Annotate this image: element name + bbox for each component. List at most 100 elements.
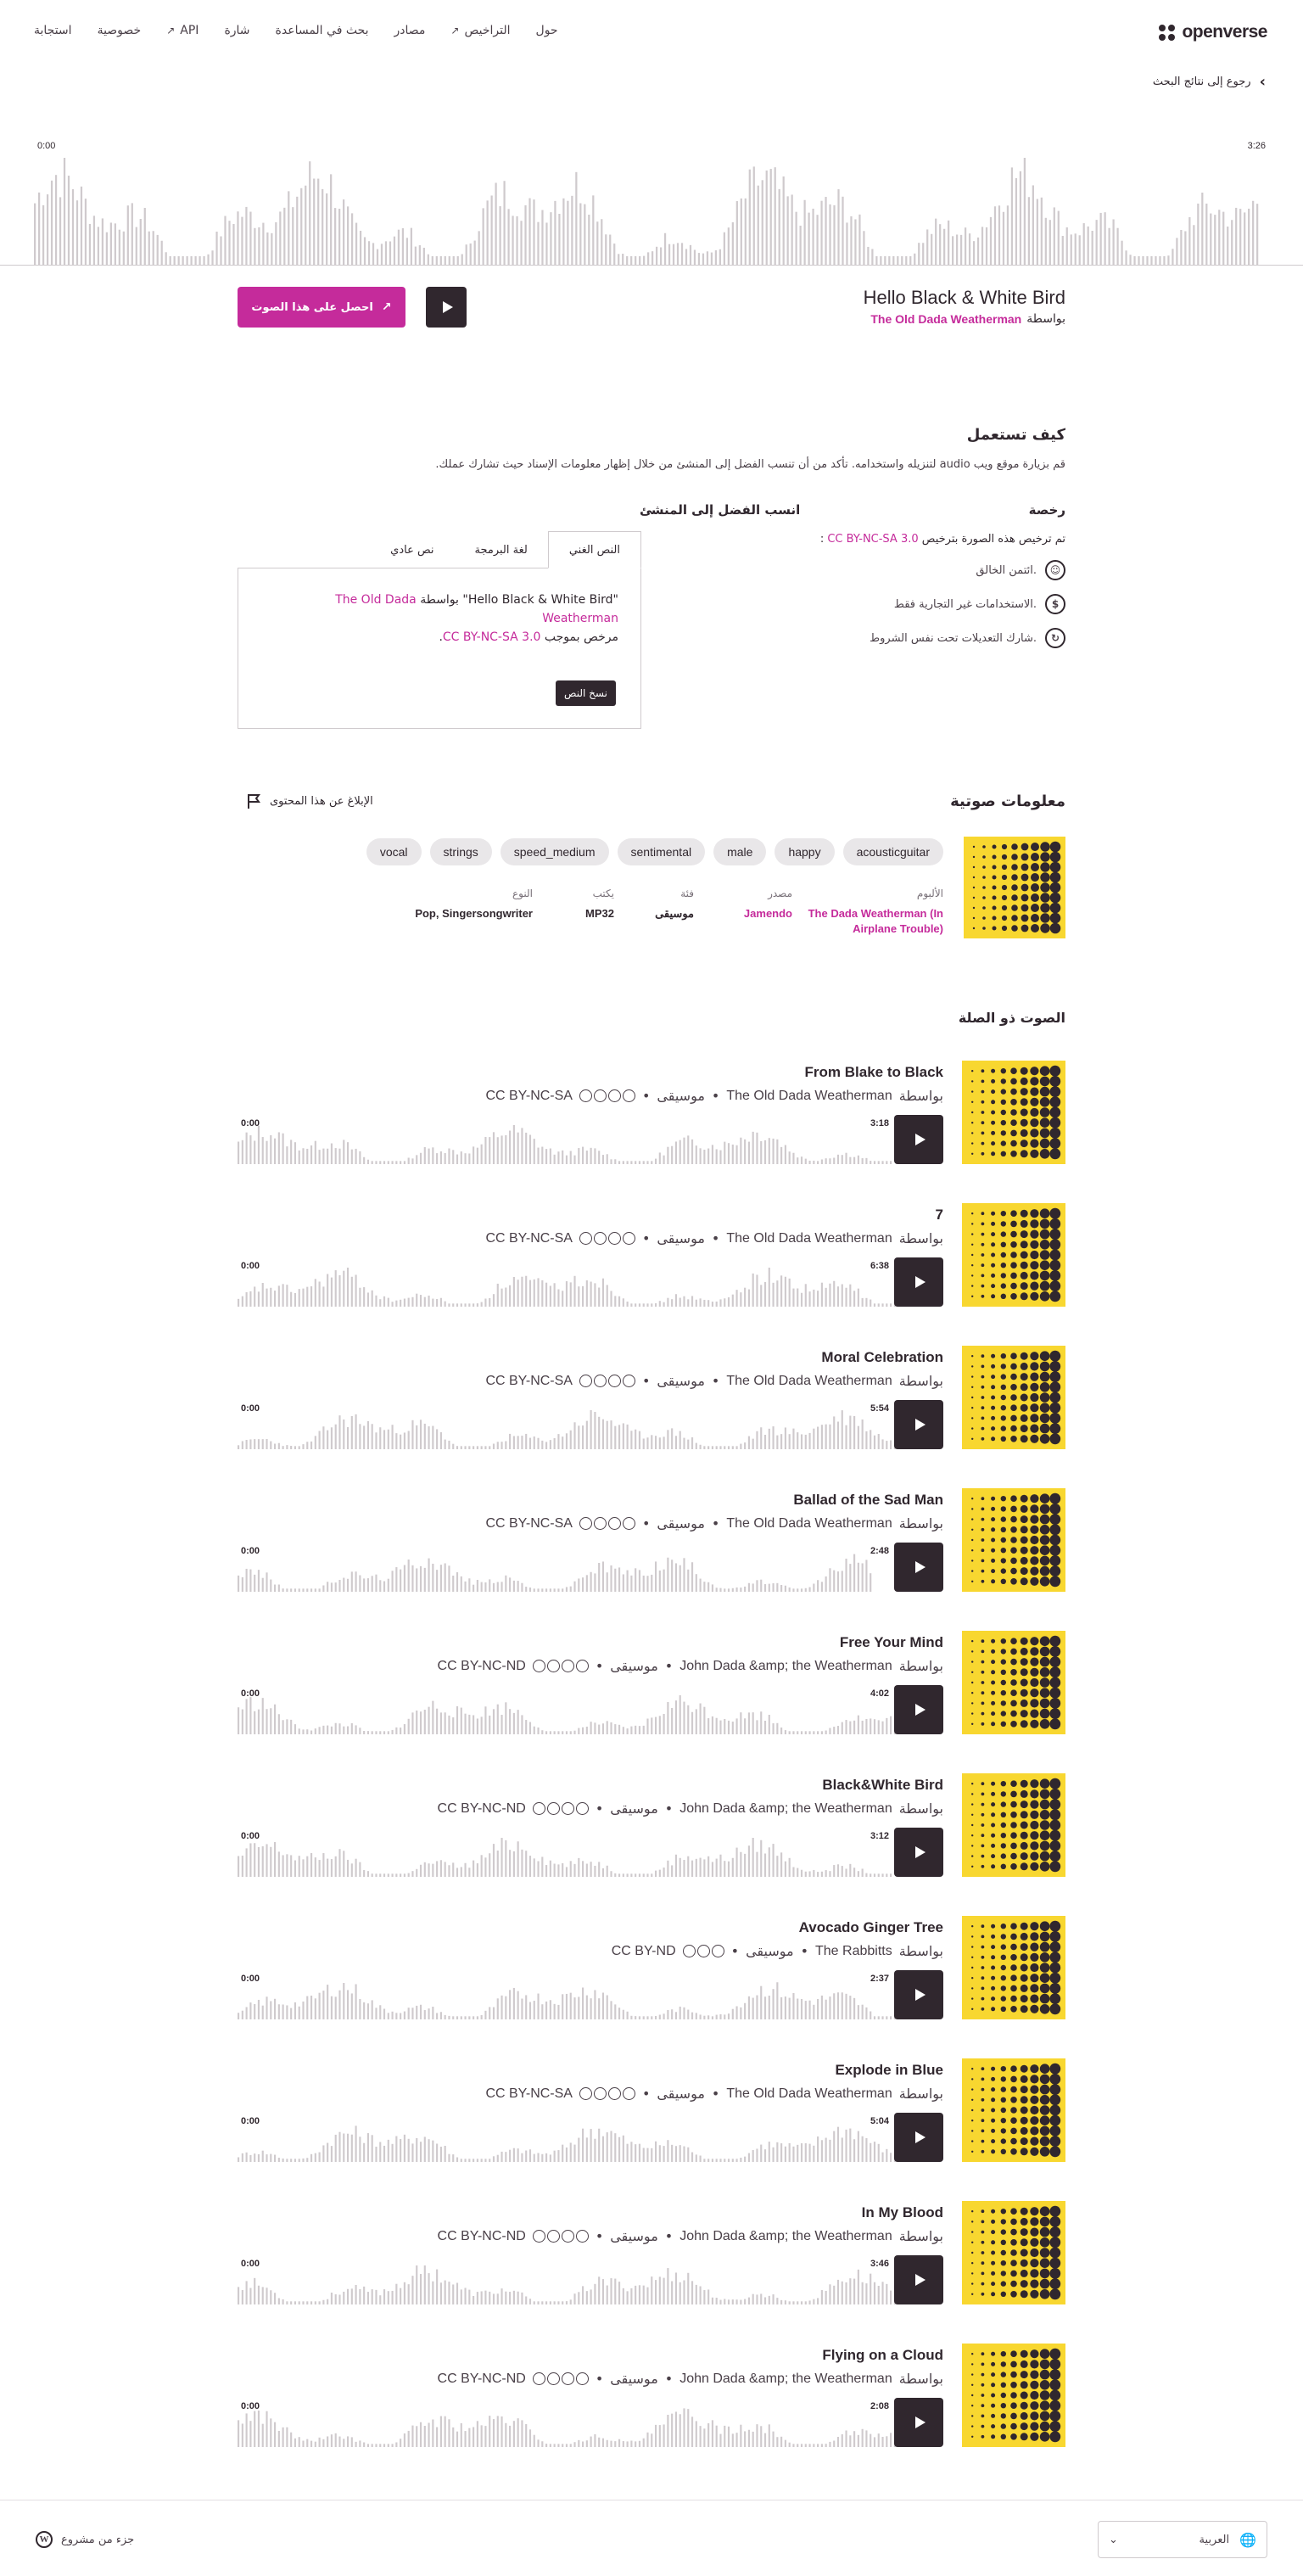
waveform-bar (877, 1574, 880, 1592)
language-select[interactable]: 🌐 العربية ⌄ (1098, 2521, 1267, 2558)
tag-chip[interactable]: male (713, 838, 767, 865)
waveform-bar (776, 1139, 779, 1164)
related-title[interactable]: Explode in Blue (835, 2062, 943, 2079)
main-play-button[interactable] (426, 287, 467, 328)
related-title[interactable]: Free Your Mind (840, 1634, 943, 1651)
waveform-bar (492, 2007, 495, 2019)
main-waveform[interactable] (34, 158, 1261, 265)
related-play-button[interactable] (894, 2113, 943, 2162)
waveform-bar (322, 1853, 325, 1877)
related-play-button[interactable] (894, 1400, 943, 1449)
related-waveform[interactable] (238, 2265, 926, 2304)
waveform-bar (567, 200, 569, 265)
waveform-bar (642, 1873, 645, 1877)
waveform-bar (245, 1699, 248, 1734)
nav-item[interactable]: استجابة (34, 24, 72, 37)
related-title[interactable]: From Blake to Black (805, 1064, 943, 1081)
nav-item[interactable]: خصوصية (98, 24, 142, 37)
related-waveform[interactable] (238, 1695, 926, 1734)
related-play-button[interactable] (894, 1828, 943, 1877)
waveform-bar (238, 1575, 240, 1592)
tag-chip[interactable]: happy (775, 838, 835, 865)
tag-chip[interactable]: sentimental (617, 838, 706, 865)
related-play-button[interactable] (894, 1685, 943, 1734)
related-audio-item[interactable]: Avocado Ginger Tree بواسطة The Rabbitts • مو… (238, 1916, 1065, 2019)
related-audio-item[interactable]: Explode in Blue بواسطة The Old Dada Weathe… (238, 2058, 1065, 2162)
waveform-bar (501, 1838, 503, 1877)
license-link[interactable]: CC BY-NC-SA 3.0 (827, 533, 918, 546)
waveform-bar (768, 1847, 770, 1877)
wordpress-credit[interactable]: W جزء من مشروع (36, 2531, 134, 2548)
related-audio-item[interactable]: 7 بواسطة The Old Dada Weatherman • موسيقى • CC… (238, 1203, 1065, 1307)
related-audio-item[interactable]: In My Blood بواسطة John Dada &amp; the Wea… (238, 2201, 1065, 2304)
related-play-button[interactable] (894, 2398, 943, 2447)
related-title[interactable]: Flying on a Cloud (822, 2347, 943, 2364)
waveform-bar (249, 1569, 252, 1592)
related-title[interactable]: Ballad of the Sad Man (793, 1492, 943, 1509)
related-waveform[interactable] (238, 1838, 926, 1877)
metadata-value[interactable]: The Dada Weatherman (In Airplane Trouble… (808, 906, 943, 937)
waveform-bar (663, 1302, 665, 1307)
related-waveform[interactable] (238, 1553, 926, 1592)
waveform-bar (752, 1131, 754, 1164)
back-to-results-link[interactable]: ‹ رجوع إلى نتائج البحث (1153, 73, 1266, 91)
tag-chip[interactable]: vocal (366, 838, 422, 865)
waveform-bar (383, 1581, 386, 1592)
waveform-bar (635, 2016, 637, 2019)
related-audio-item[interactable]: Flying on a Cloud بواسطة John Dada &amp; t… (238, 2344, 1065, 2447)
related-audio-item[interactable]: Ballad of the Sad Man بواسطة The Old Dada … (238, 1488, 1065, 1592)
report-content-button[interactable]: الإبلاغ عن هذا المحتوى (246, 792, 373, 809)
related-waveform[interactable] (238, 2408, 926, 2447)
related-play-button[interactable] (894, 2255, 943, 2304)
nav-item[interactable]: بحث في المساعدة (276, 24, 369, 37)
attr-title-link[interactable]: "Hello Black & White Bird" (462, 593, 618, 607)
related-waveform[interactable] (238, 1410, 926, 1449)
waveform-bar (1227, 227, 1229, 265)
nav-item[interactable]: ↗ التراخيص (450, 24, 510, 37)
related-audio-item[interactable]: Free Your Mind بواسطة John Dada &amp; the … (238, 1631, 1065, 1734)
related-play-button[interactable] (894, 1543, 943, 1592)
related-audio-item[interactable]: From Blake to Black بواسطة The Old Dada We… (238, 1061, 1065, 1164)
waveform-bar (598, 2128, 601, 2162)
waveform-bar (330, 174, 333, 265)
attr-license-link[interactable]: CC BY-NC-SA 3.0 (443, 630, 541, 644)
attribution-tab[interactable]: النص الغني (547, 531, 641, 568)
related-waveform[interactable] (238, 1268, 926, 1307)
waveform-bar (282, 1855, 284, 1877)
related-play-button[interactable] (894, 1970, 943, 2019)
related-audio-item[interactable]: Black&White Bird بواسطة John Dada &amp; th… (238, 1773, 1065, 1877)
nav-item[interactable]: ↗ API (166, 24, 199, 37)
waveform-bar (509, 1285, 512, 1307)
nav-item[interactable]: شارة (224, 24, 249, 37)
cc-icon (607, 1089, 621, 1102)
copy-text-button[interactable]: نسخ النص (556, 680, 616, 706)
related-waveform[interactable] (238, 2123, 926, 2162)
nav-item[interactable]: مصادر (394, 24, 426, 37)
related-play-button[interactable] (894, 1115, 943, 1164)
get-audio-button[interactable]: ↗ احصل على هذا الصوت (238, 287, 405, 328)
waveform-bar (266, 1572, 268, 1592)
attribution-tab[interactable]: لغة البرمجة (455, 531, 548, 568)
waveform-bar (261, 1439, 264, 1449)
attribution-tab[interactable]: نص عادي (370, 531, 454, 568)
nav-item[interactable]: حول (536, 24, 558, 37)
related-audio-item[interactable]: Moral Celebration بواسطة The Old Dada Weat… (238, 1346, 1065, 1449)
related-title[interactable]: 7 (936, 1207, 943, 1224)
tag-chip[interactable]: acousticguitar (842, 838, 943, 865)
related-waveform[interactable] (238, 1125, 926, 1164)
related-play-button[interactable] (894, 1257, 943, 1307)
track-creator-link[interactable]: The Old Dada Weatherman (870, 312, 1021, 326)
waveform-bar (651, 1574, 653, 1592)
openverse-logo[interactable]: openverse (1159, 22, 1267, 42)
related-waveform[interactable] (238, 1980, 926, 2019)
waveform-bar (67, 176, 70, 265)
related-title[interactable]: In My Blood (862, 2204, 943, 2221)
related-title[interactable]: Moral Celebration (821, 1349, 943, 1366)
related-title[interactable]: Black&White Bird (822, 1777, 943, 1794)
tag-chip[interactable]: speed_medium (500, 838, 609, 865)
metadata-value[interactable]: Jamendo (744, 906, 792, 921)
related-title[interactable]: Avocado Ginger Tree (799, 1919, 943, 1936)
waveform-bar (423, 2426, 426, 2447)
tag-chip[interactable]: strings (429, 838, 492, 865)
waveform-bar (1239, 209, 1242, 265)
